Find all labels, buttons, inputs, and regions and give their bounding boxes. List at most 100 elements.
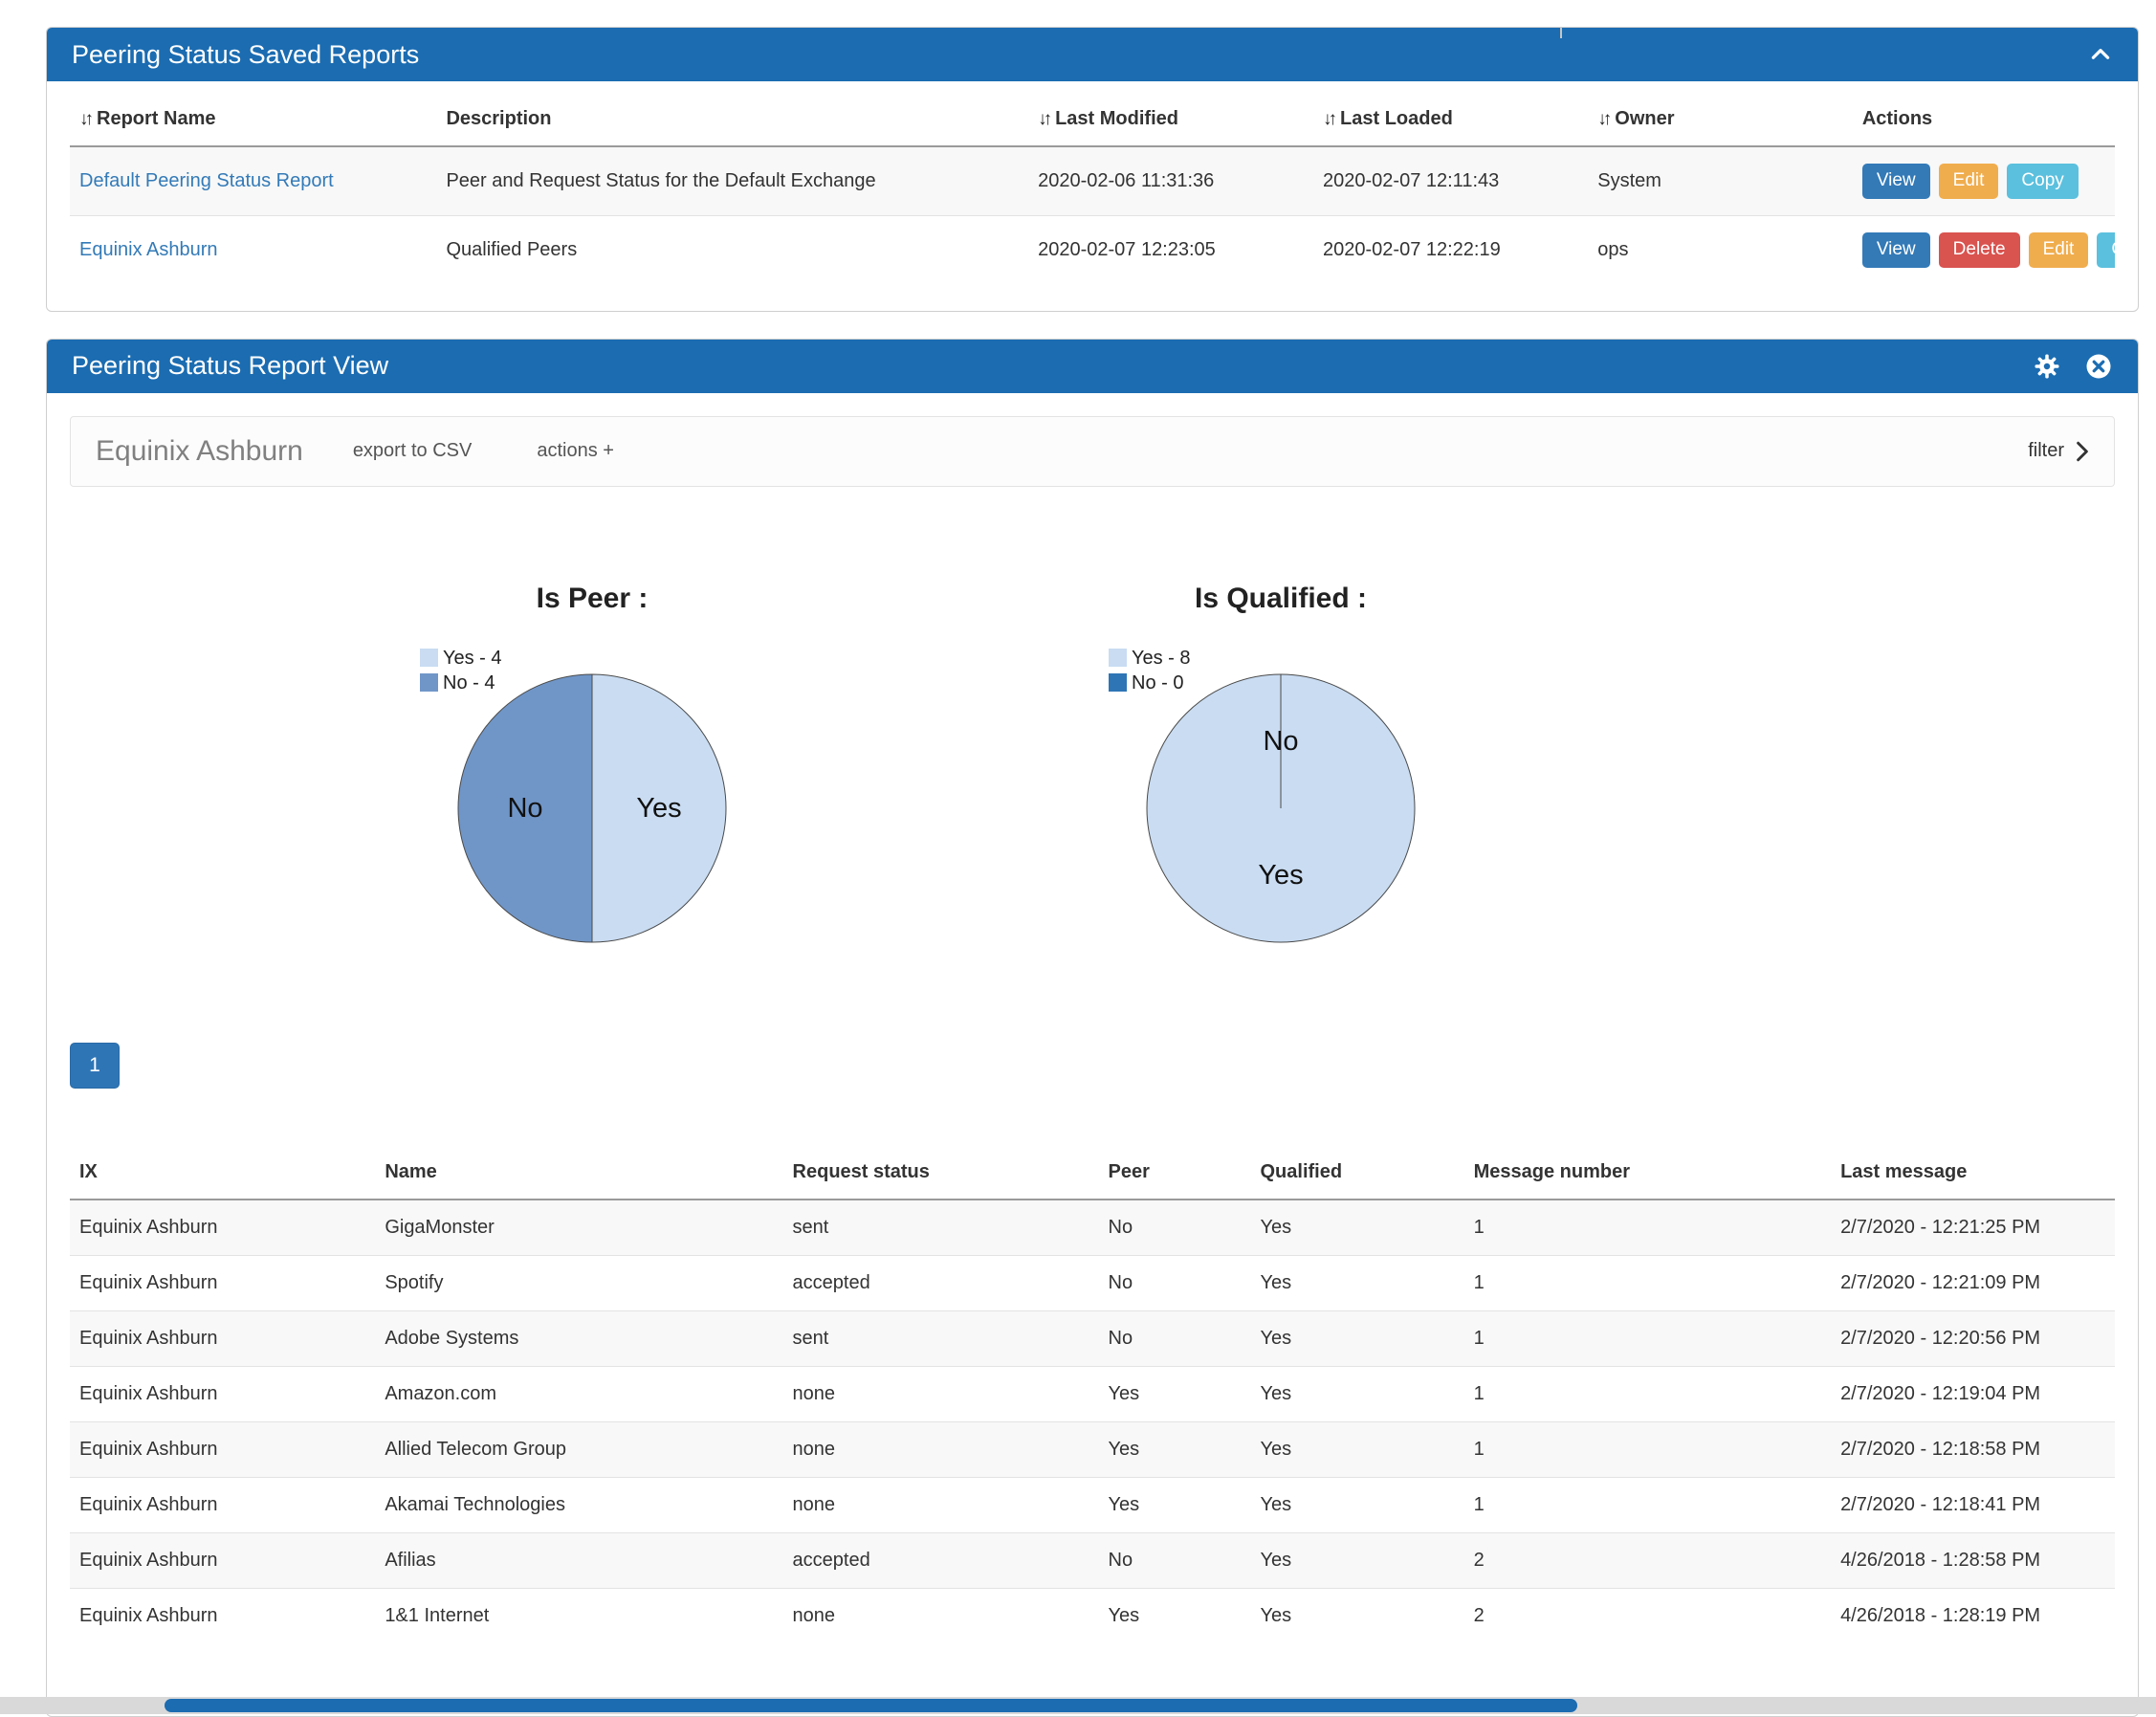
pie-label-no: No (1263, 726, 1298, 757)
delete-button[interactable]: Delete (1939, 232, 2020, 268)
cell-request-status: none (783, 1366, 1099, 1421)
filter-label: filter (2028, 440, 2064, 462)
table-row: Equinix AshburnAmazon.comnoneYesYes12/7/… (70, 1366, 2115, 1421)
column-label: Request status (793, 1161, 930, 1182)
column-label: Message number (1474, 1161, 1630, 1182)
column-header-report-name[interactable]: ↓↑ Report Name (70, 93, 436, 146)
column-header-last-loaded[interactable]: ↓↑Last Loaded (1313, 93, 1588, 146)
saved-reports-table: ↓↑Report NameDescription↓↑Last Modified↓… (70, 93, 2115, 284)
cell-last-message: 2/7/2020 - 12:20:56 PM (1831, 1310, 2115, 1366)
cell-request-status: none (783, 1477, 1099, 1532)
report-table-header-row: IX Name Request status Peer Qualified Message… (70, 1146, 2115, 1200)
copy-button[interactable]: Copy (2007, 164, 2078, 199)
cell-request-status: none (783, 1421, 1099, 1477)
cell-ix: Equinix Ashburn (70, 1366, 375, 1421)
pie-label-yes: Yes (636, 793, 681, 824)
cell-ix: Equinix Ashburn (70, 1477, 375, 1532)
cell-qualified: Yes (1251, 1477, 1464, 1532)
cell-message-number: 2 (1464, 1588, 1831, 1643)
sort-icon[interactable]: ↓↑ (1038, 109, 1048, 129)
column-header-description: Description (436, 93, 1028, 146)
view-button[interactable]: View (1862, 232, 1930, 268)
edit-button[interactable]: Edit (1939, 164, 1999, 199)
column-label: Last message (1840, 1161, 1967, 1182)
cell-request-status: sent (783, 1310, 1099, 1366)
cell-last-message: 2/7/2020 - 12:21:25 PM (1831, 1200, 2115, 1256)
column-header-owner[interactable]: ↓↑Owner (1588, 93, 1853, 146)
chart-title: Is Qualified : (965, 583, 1596, 615)
legend-swatch (1109, 649, 1127, 667)
cell-peer: Yes (1099, 1588, 1251, 1643)
cell-message-number: 1 (1464, 1421, 1831, 1477)
column-label: Peer (1109, 1161, 1150, 1182)
pie-label-yes: Yes (1258, 860, 1303, 891)
report-link[interactable]: Default Peering Status Report (79, 170, 334, 191)
cell-qualified: Yes (1251, 1255, 1464, 1310)
collapse-chevron-up-icon[interactable] (2088, 42, 2113, 67)
legend-label: Yes - 8 (1132, 648, 1191, 669)
legend-label: No - 4 (443, 672, 495, 693)
saved-reports-panel: Peering Status Saved Reports ↓↑Report Na… (46, 27, 2139, 312)
report-view-panel: Peering Status Report View Equinix A (46, 339, 2139, 1717)
edit-button[interactable]: Edit (2029, 232, 2089, 268)
close-icon[interactable] (2084, 352, 2113, 381)
charts-row: Is Peer :Yes - 4No - 4YesNoIs Qualified … (276, 583, 2138, 957)
saved-reports-body: Default Peering Status Report Peer and Re… (70, 146, 2115, 284)
column-label: IX (79, 1161, 98, 1182)
legend-item: Yes - 4 (420, 646, 502, 671)
table-row: Equinix Ashburn1&1 InternetnoneYesYes24/… (70, 1588, 2115, 1643)
cell-message-number: 1 (1464, 1200, 1831, 1256)
pie-chart: YesNo (449, 665, 736, 952)
column-label: Report Name (97, 108, 215, 129)
report-results-table: IX Name Request status Peer Qualified Message… (70, 1146, 2115, 1643)
legend-item: Yes - 8 (1109, 646, 1191, 671)
column-header-last-modified[interactable]: ↓↑Last Modified (1028, 93, 1313, 146)
chevron-right-icon (2076, 441, 2089, 462)
cell-name: Adobe Systems (375, 1310, 782, 1366)
report-description: Peer and Request Status for the Default … (436, 146, 1028, 215)
cell-qualified: Yes (1251, 1532, 1464, 1588)
last-loaded: 2020-02-07 12:22:19 (1313, 215, 1588, 283)
pie-chart: Yes No (1137, 665, 1424, 952)
cell-ix: Equinix Ashburn (70, 1200, 375, 1256)
cell-message-number: 1 (1464, 1366, 1831, 1421)
actions-cell: View EditCopy (1853, 146, 2115, 215)
cell-name: 1&1 Internet (375, 1588, 782, 1643)
cell-last-message: 2/7/2020 - 12:18:58 PM (1831, 1421, 2115, 1477)
sort-icon[interactable]: ↓↑ (1597, 109, 1608, 129)
cell-qualified: Yes (1251, 1588, 1464, 1643)
sort-icon[interactable]: ↓↑ (1323, 109, 1333, 129)
report-link[interactable]: Equinix Ashburn (79, 239, 218, 260)
pagination-page-1[interactable]: 1 (70, 1043, 120, 1089)
filter-toggle[interactable]: filter (2028, 440, 2089, 462)
sort-icon[interactable]: ↓↑ (79, 109, 90, 129)
report-description: Qualified Peers (436, 215, 1028, 283)
cell-peer: No (1099, 1255, 1251, 1310)
column-header-qualified: Qualified (1251, 1146, 1464, 1200)
actions-menu-link[interactable]: actions + (537, 440, 614, 462)
gear-icon[interactable] (2033, 352, 2061, 381)
cell-last-message: 4/26/2018 - 1:28:19 PM (1831, 1588, 2115, 1643)
cell-request-status: sent (783, 1200, 1099, 1256)
cell-message-number: 1 (1464, 1477, 1831, 1532)
cell-name: GigaMonster (375, 1200, 782, 1256)
cell-last-message: 2/7/2020 - 12:18:41 PM (1831, 1477, 2115, 1532)
last-modified: 2020-02-06 11:31:36 (1028, 146, 1313, 215)
table-row: Equinix AshburnGigaMonstersentNoYes12/7/… (70, 1200, 2115, 1256)
column-header-name: Name (375, 1146, 782, 1200)
view-button[interactable]: View (1862, 164, 1930, 199)
column-label: Actions (1862, 108, 1932, 129)
report-toolbar: Equinix Ashburn export to CSV actions + … (70, 416, 2115, 487)
cell-request-status: accepted (783, 1255, 1099, 1310)
owner: System (1588, 146, 1853, 215)
copy-button[interactable]: Copy (2097, 232, 2115, 268)
export-csv-link[interactable]: export to CSV (353, 440, 473, 462)
table-row: Equinix AshburnSpotifyacceptedNoYes12/7/… (70, 1255, 2115, 1310)
cell-last-message: 4/26/2018 - 1:28:58 PM (1831, 1532, 2115, 1588)
cell-peer: No (1099, 1200, 1251, 1256)
table-row: Default Peering Status Report Peer and Re… (70, 146, 2115, 215)
table-row: Equinix AshburnAllied Telecom GroupnoneY… (70, 1421, 2115, 1477)
table-row: Equinix AshburnAdobe SystemssentNoYes12/… (70, 1310, 2115, 1366)
cell-qualified: Yes (1251, 1310, 1464, 1366)
cell-name: Akamai Technologies (375, 1477, 782, 1532)
